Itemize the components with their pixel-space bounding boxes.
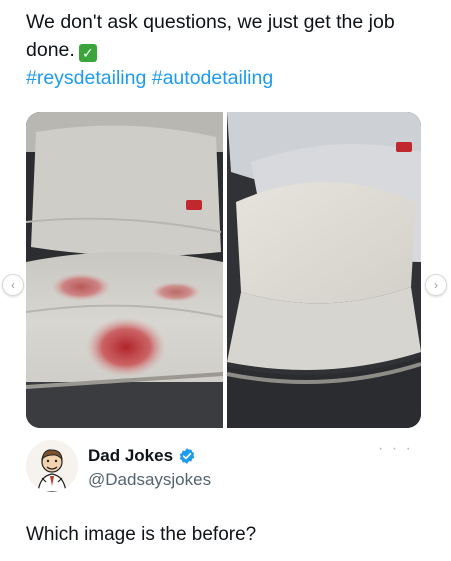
chevron-left-icon: ‹ — [11, 278, 15, 292]
author-name-text: Dad Jokes — [88, 446, 174, 465]
after-photo — [226, 112, 421, 428]
tweet-text-line-1: We don't ask questions, we just get the … — [26, 11, 395, 33]
check-mark-icon: ✓ — [78, 44, 97, 62]
media-image[interactable] — [26, 112, 421, 428]
tweet-text-line-2: done. ✓ — [26, 36, 426, 64]
quoted-tweet-text: Which image is the before? — [26, 524, 257, 545]
chevron-right-icon: › — [434, 278, 438, 292]
author-handle[interactable]: @Dadsaysjokes — [88, 470, 211, 490]
more-options-icon[interactable]: · · · — [378, 440, 413, 458]
author-name[interactable]: Dad Jokes — [88, 446, 196, 466]
tweet-text-done: done. — [26, 39, 75, 61]
hashtag-links[interactable]: #reysdetailing #autodetailing — [26, 64, 426, 92]
tweet-text: We don't ask questions, we just get the … — [26, 8, 426, 92]
car-seat-comparison-photo — [26, 112, 421, 428]
before-photo — [26, 112, 224, 428]
avatar[interactable] — [26, 440, 78, 492]
carousel-next-button[interactable]: › — [425, 274, 447, 296]
cartoon-dad-avatar-icon — [26, 440, 78, 492]
verified-badge-icon — [179, 448, 195, 464]
carousel-prev-button[interactable]: ‹ — [2, 274, 24, 296]
quoted-author[interactable]: Dad Jokes @Dadsaysjokes · · · — [26, 440, 426, 500]
